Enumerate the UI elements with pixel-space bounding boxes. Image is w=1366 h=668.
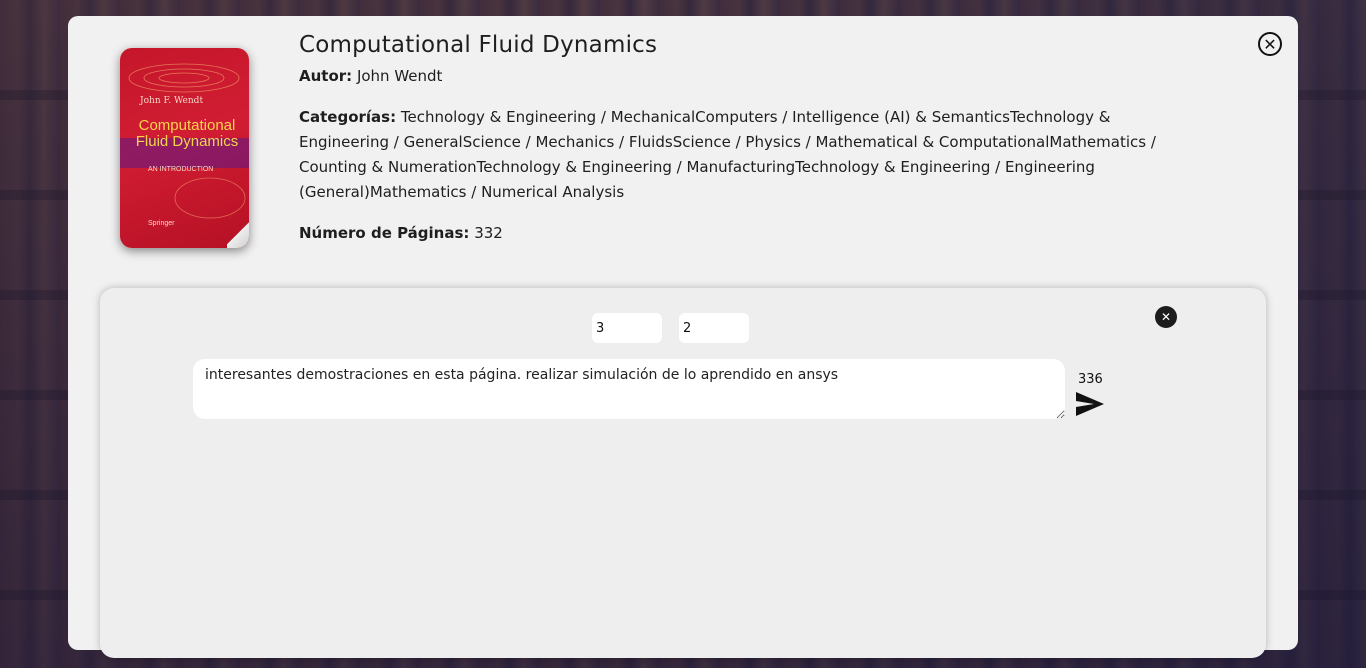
close-circle-icon: ✕	[1263, 35, 1277, 54]
book-detail-modal: John F. Wendt Computational Fluid Dynami…	[68, 16, 1298, 658]
cover-subtitle: AN INTRODUCTION	[148, 166, 214, 173]
book-cover: John F. Wendt Computational Fluid Dynami…	[120, 48, 249, 248]
pages-value: 332	[474, 224, 503, 242]
book-categories-line: Categorías: Technology & Engineering / M…	[299, 105, 1159, 205]
author-value: John Wendt	[356, 67, 443, 85]
close-modal-button[interactable]: ✕	[1258, 32, 1282, 56]
note-field-a[interactable]	[592, 313, 662, 343]
close-note-button[interactable]: ✕	[1155, 306, 1177, 328]
cover-title: Computational Fluid Dynamics	[135, 117, 239, 150]
send-arrow-icon	[1076, 392, 1104, 416]
book-info: Computational Fluid Dynamics Autor: John…	[299, 30, 1159, 246]
book-pages-line: Número de Páginas: 332	[299, 221, 1159, 246]
book-author-line: Autor: John Wendt	[299, 64, 1159, 89]
pages-label: Número de Páginas:	[299, 224, 470, 242]
cover-author: John F. Wendt	[140, 96, 204, 106]
note-page-number: 336	[1078, 372, 1103, 387]
note-panel: ✕ interesantes demostraciones en esta pá…	[100, 288, 1266, 658]
note-field-b[interactable]	[679, 313, 749, 343]
close-filled-icon: ✕	[1160, 310, 1172, 324]
send-note-button[interactable]	[1074, 390, 1106, 418]
cover-publisher: Springer	[148, 220, 175, 227]
categories-label: Categorías:	[299, 108, 397, 126]
author-label: Autor:	[299, 67, 353, 85]
categories-value: Technology & Engineering / MechanicalCom…	[299, 108, 1156, 201]
page-curl	[227, 218, 249, 248]
note-textarea[interactable]: interesantes demostraciones en esta pági…	[193, 359, 1065, 419]
book-title: Computational Fluid Dynamics	[299, 32, 658, 58]
